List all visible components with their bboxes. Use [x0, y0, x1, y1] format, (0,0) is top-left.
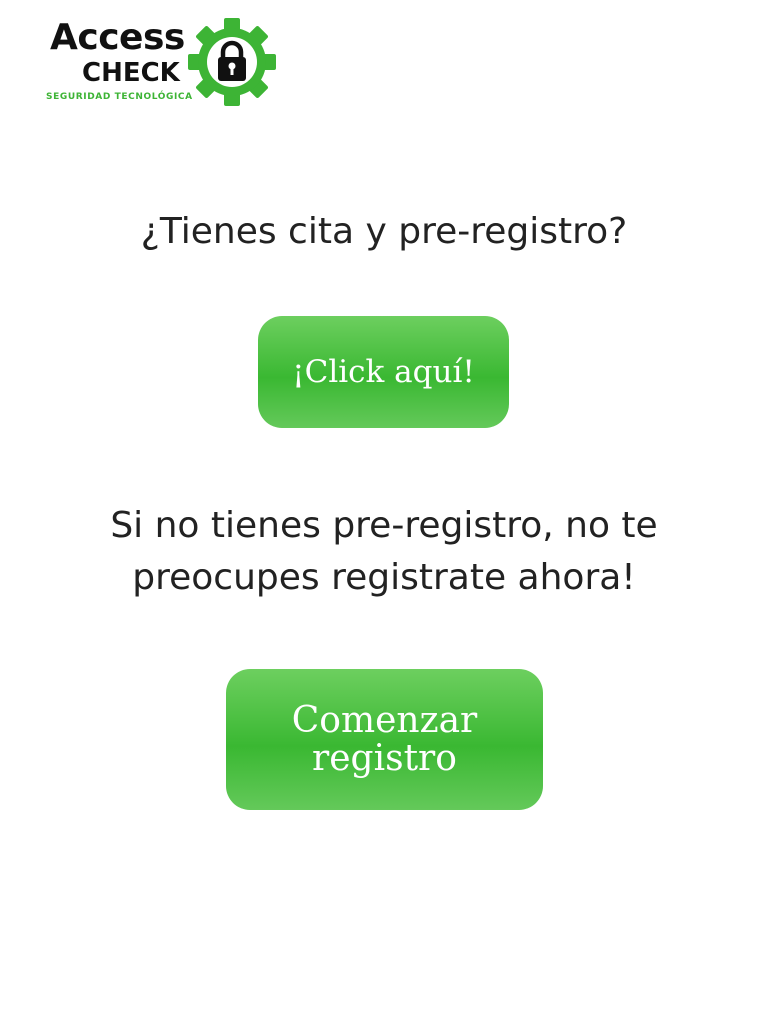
click-here-button[interactable]: ¡Click aquí! [258, 316, 509, 428]
logo-word-access: Access [50, 17, 185, 58]
logo-word-check: CHECK [82, 58, 180, 88]
gear-lock-icon [188, 18, 276, 106]
appointment-question: ¿Tienes cita y pre-registro? [140, 211, 628, 252]
no-preregistration-message: Si no tienes pre-registro, no te preocup… [110, 505, 658, 598]
start-registration-button[interactable]: Comenzar registro [226, 669, 543, 810]
start-registration-button-label: Comenzar registro [291, 699, 478, 779]
logo-tagline: SEGURIDAD TECNOLÓGICA [46, 92, 193, 102]
click-here-button-label: ¡Click aquí! [292, 354, 475, 390]
brand-logo: Access CHECK SEGURIDAD TECNOLÓGICA [44, 18, 284, 108]
